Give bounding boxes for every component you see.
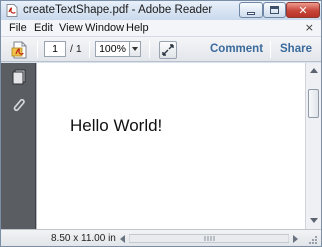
toolbar: 1 / 1 100% Comment Share [1, 37, 321, 62]
minimize-button[interactable] [239, 2, 263, 18]
horizontal-scroll-track[interactable] [129, 234, 289, 243]
scroll-left-icon[interactable] [120, 235, 125, 243]
title-bar: createTextShape.pdf - Adobe Reader ✕ [1, 1, 321, 20]
toolbar-separator [89, 41, 90, 58]
close-icon: ✕ [298, 3, 308, 17]
fit-page-button[interactable] [159, 41, 177, 59]
navigation-pane [1, 63, 36, 229]
page-number-input[interactable]: 1 [44, 41, 66, 57]
scroll-down-icon[interactable] [310, 218, 318, 223]
menu-bar: File Edit View Window Help × [1, 20, 321, 37]
minimize-icon [247, 11, 255, 15]
app-window: createTextShape.pdf - Adobe Reader ✕ Fil… [0, 0, 322, 247]
paperclip-icon[interactable] [10, 96, 28, 114]
status-bar: 8.50 x 11.00 in [1, 229, 321, 246]
page-total: / 1 [70, 43, 82, 55]
menu-window[interactable]: Window [85, 22, 124, 34]
zoom-dropdown-button[interactable] [129, 41, 141, 57]
toolbar-separator [37, 41, 38, 58]
menu-edit[interactable]: Edit [34, 22, 53, 34]
resize-grip-icon[interactable] [306, 233, 318, 245]
chevron-down-icon [132, 47, 138, 51]
menu-help[interactable]: Help [126, 22, 149, 34]
pdf-document-icon [6, 4, 18, 17]
close-button[interactable]: ✕ [286, 2, 320, 18]
fit-page-icon [162, 44, 174, 56]
scroll-thumb[interactable] [308, 89, 319, 118]
page-thumbnails-icon[interactable] [10, 68, 28, 86]
page-size-label: 8.50 x 11.00 in [51, 233, 116, 244]
zoom-input[interactable]: 100% [95, 41, 129, 57]
document-view[interactable]: Hello World! [36, 63, 305, 229]
document-close-icon[interactable]: × [305, 21, 314, 34]
share-button[interactable]: Share [280, 43, 312, 55]
toolbar-separator [270, 41, 271, 58]
scroll-right-icon[interactable] [293, 235, 298, 243]
pdf-create-icon[interactable] [11, 41, 29, 59]
comment-button[interactable]: Comment [210, 43, 263, 55]
document-text: Hello World! [70, 116, 163, 135]
window-title: createTextShape.pdf - Adobe Reader [23, 4, 213, 16]
toolbar-separator [149, 41, 150, 58]
vertical-scrollbar[interactable] [305, 63, 321, 229]
scroll-up-icon[interactable] [310, 68, 318, 73]
maximize-button[interactable] [263, 2, 286, 18]
maximize-icon [270, 6, 279, 14]
menu-view[interactable]: View [59, 22, 83, 34]
menu-file[interactable]: File [9, 22, 27, 34]
